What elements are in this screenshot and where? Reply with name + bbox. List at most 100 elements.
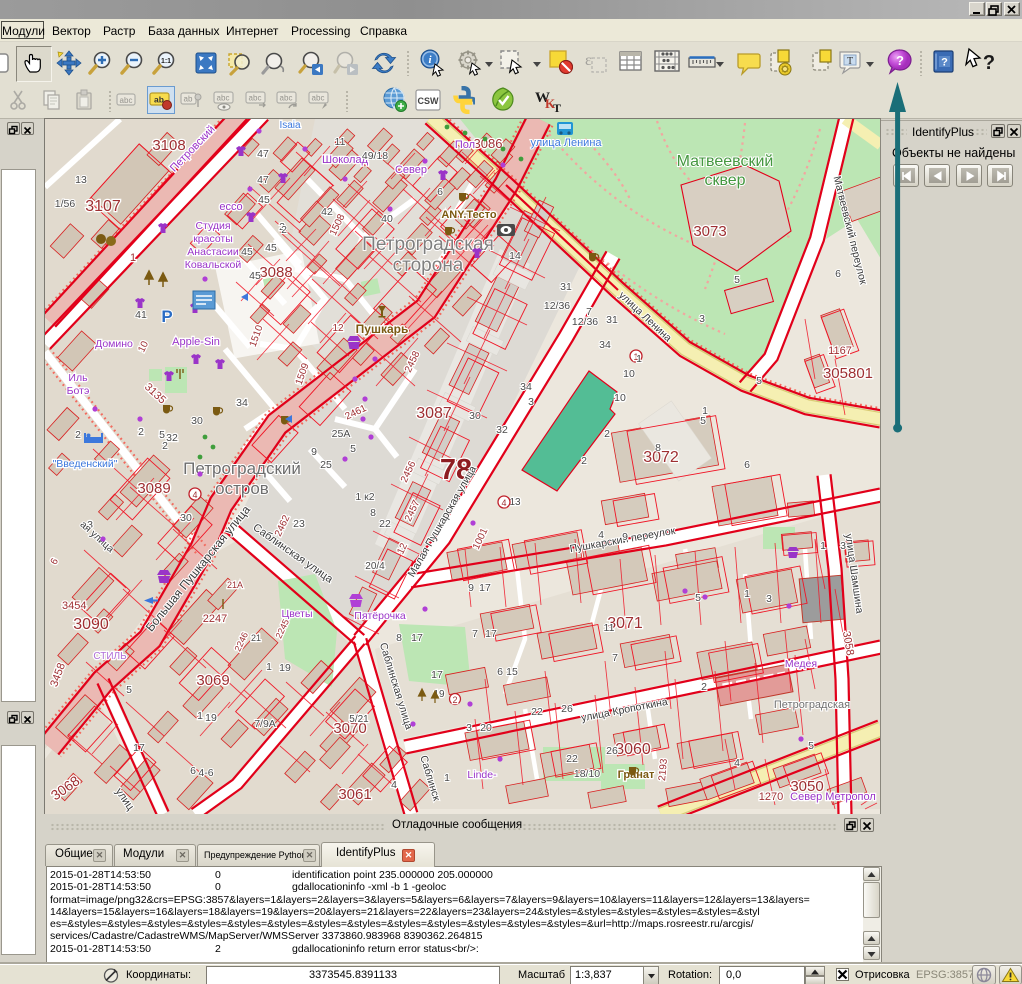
svg-text:31: 31 [606, 314, 618, 326]
svg-text:Медея: Медея [785, 658, 817, 670]
svg-text:32: 32 [166, 432, 178, 444]
svg-text:2: 2 [281, 224, 287, 236]
svg-text:11: 11 [604, 622, 615, 634]
svg-text:9: 9 [622, 531, 628, 543]
svg-text:45: 45 [265, 242, 277, 254]
svg-text:22: 22 [566, 753, 578, 765]
svg-text:2: 2 [162, 440, 168, 452]
svg-text:сторона: сторона [393, 255, 464, 276]
svg-text:5: 5 [695, 592, 701, 604]
svg-text:23: 23 [293, 518, 305, 530]
svg-text:T: T [553, 101, 561, 115]
svg-text:5: 5 [756, 375, 762, 387]
svg-text:Гранат: Гранат [618, 769, 655, 781]
svg-text:сквер: сквер [704, 172, 745, 189]
svg-text:47: 47 [257, 174, 269, 186]
svg-text:Север: Север [395, 164, 427, 176]
svg-text:Пушкарь: Пушкарь [356, 322, 409, 336]
svg-text:9: 9 [468, 582, 474, 594]
svg-text:Ботэ: Ботэ [67, 385, 90, 397]
svg-text:3090: 3090 [73, 616, 109, 633]
svg-text:abc: abc [280, 94, 293, 103]
svg-text:2: 2 [138, 426, 144, 438]
svg-text:13: 13 [509, 497, 521, 508]
svg-text:5: 5 [734, 274, 740, 286]
svg-text:2: 2 [581, 455, 587, 467]
svg-text:5: 5 [808, 740, 814, 752]
svg-text:Apple-Sin: Apple-Sin [172, 336, 220, 348]
svg-text:1270: 1270 [759, 791, 783, 803]
svg-text:12: 12 [332, 323, 344, 334]
svg-text:40: 40 [381, 213, 393, 225]
svg-text:2: 2 [604, 428, 610, 440]
svg-text:3088: 3088 [259, 264, 292, 281]
svg-text:3069: 3069 [196, 672, 229, 689]
svg-text:6: 6 [437, 186, 443, 198]
svg-text:2: 2 [75, 429, 81, 441]
svg-text:305801: 305801 [823, 365, 873, 382]
svg-text:12/36: 12/36 [544, 300, 570, 312]
svg-text:49/18: 49/18 [362, 150, 388, 162]
svg-text:Пятёрочка: Пятёрочка [354, 610, 406, 622]
svg-text:45: 45 [241, 246, 253, 258]
svg-text:СТИЛЬ: СТИЛЬ [93, 651, 127, 662]
svg-text:Пол: Пол [455, 139, 475, 151]
svg-text:T: T [847, 56, 853, 67]
svg-text:3107: 3107 [85, 198, 121, 215]
svg-text:17: 17 [485, 628, 497, 640]
svg-text:19: 19 [205, 712, 217, 724]
svg-text:5: 5 [126, 684, 132, 696]
svg-text:ecco: ecco [219, 201, 242, 213]
svg-text:30: 30 [469, 410, 481, 422]
svg-text:1: 1 [820, 540, 826, 552]
svg-text:abc: abc [217, 94, 230, 103]
svg-text:17: 17 [133, 742, 145, 754]
svg-text:Матвеевский: Матвеевский [677, 153, 774, 170]
svg-text:7: 7 [612, 652, 618, 664]
svg-text:Ковальской: Ковальской [185, 259, 242, 271]
svg-text:45: 45 [249, 270, 261, 282]
svg-text:P: P [161, 307, 172, 326]
svg-text:5/21: 5/21 [349, 714, 369, 725]
svg-text:30: 30 [191, 415, 203, 427]
svg-text:улица Ленина: улица Ленина [530, 137, 602, 149]
svg-text:ab: ab [184, 95, 193, 104]
svg-text:4: 4 [598, 529, 604, 541]
svg-text:6: 6 [190, 765, 196, 777]
svg-text:3086: 3086 [474, 136, 503, 151]
svg-text:11: 11 [335, 136, 346, 148]
svg-text:"Введенский": "Введенский" [53, 458, 118, 470]
svg-text:Север Метропол: Север Метропол [790, 791, 876, 803]
svg-text:ANY.Тесто: ANY.Тесто [441, 209, 497, 221]
svg-text:ε: ε [585, 52, 592, 69]
svg-text:21: 21 [251, 633, 261, 643]
svg-text:26: 26 [561, 703, 573, 715]
svg-text:Isaia: Isaia [279, 120, 301, 131]
svg-text:3073: 3073 [693, 223, 726, 240]
svg-text:34: 34 [236, 397, 248, 409]
svg-text:26: 26 [606, 745, 618, 757]
svg-text:31: 31 [560, 281, 572, 293]
svg-text:1: 1 [266, 661, 272, 673]
svg-text:Анастасии: Анастасии [187, 246, 239, 258]
svg-text:1: 1 [130, 252, 136, 264]
svg-text:1/56: 1/56 [55, 198, 76, 210]
svg-text:4-6: 4-6 [198, 767, 213, 779]
svg-text:1: 1 [444, 772, 450, 784]
svg-text:Иль: Иль [68, 372, 88, 384]
svg-text:4: 4 [501, 498, 506, 508]
svg-text:3089: 3089 [137, 480, 170, 497]
svg-text:1167: 1167 [828, 345, 852, 357]
svg-text:47: 47 [257, 148, 269, 160]
svg-text:30: 30 [180, 512, 192, 524]
svg-text:1 к2: 1 к2 [355, 491, 374, 503]
svg-text:Домино: Домино [95, 338, 133, 350]
svg-text:21А: 21А [227, 580, 243, 590]
svg-text:41: 41 [135, 309, 147, 321]
svg-text:4: 4 [734, 757, 740, 769]
svg-text:2193: 2193 [657, 758, 670, 782]
svg-text:3: 3 [528, 396, 534, 408]
svg-text:12/36: 12/36 [572, 316, 598, 328]
svg-text:Цветы: Цветы [281, 608, 312, 620]
svg-text:18/10: 18/10 [574, 768, 600, 780]
